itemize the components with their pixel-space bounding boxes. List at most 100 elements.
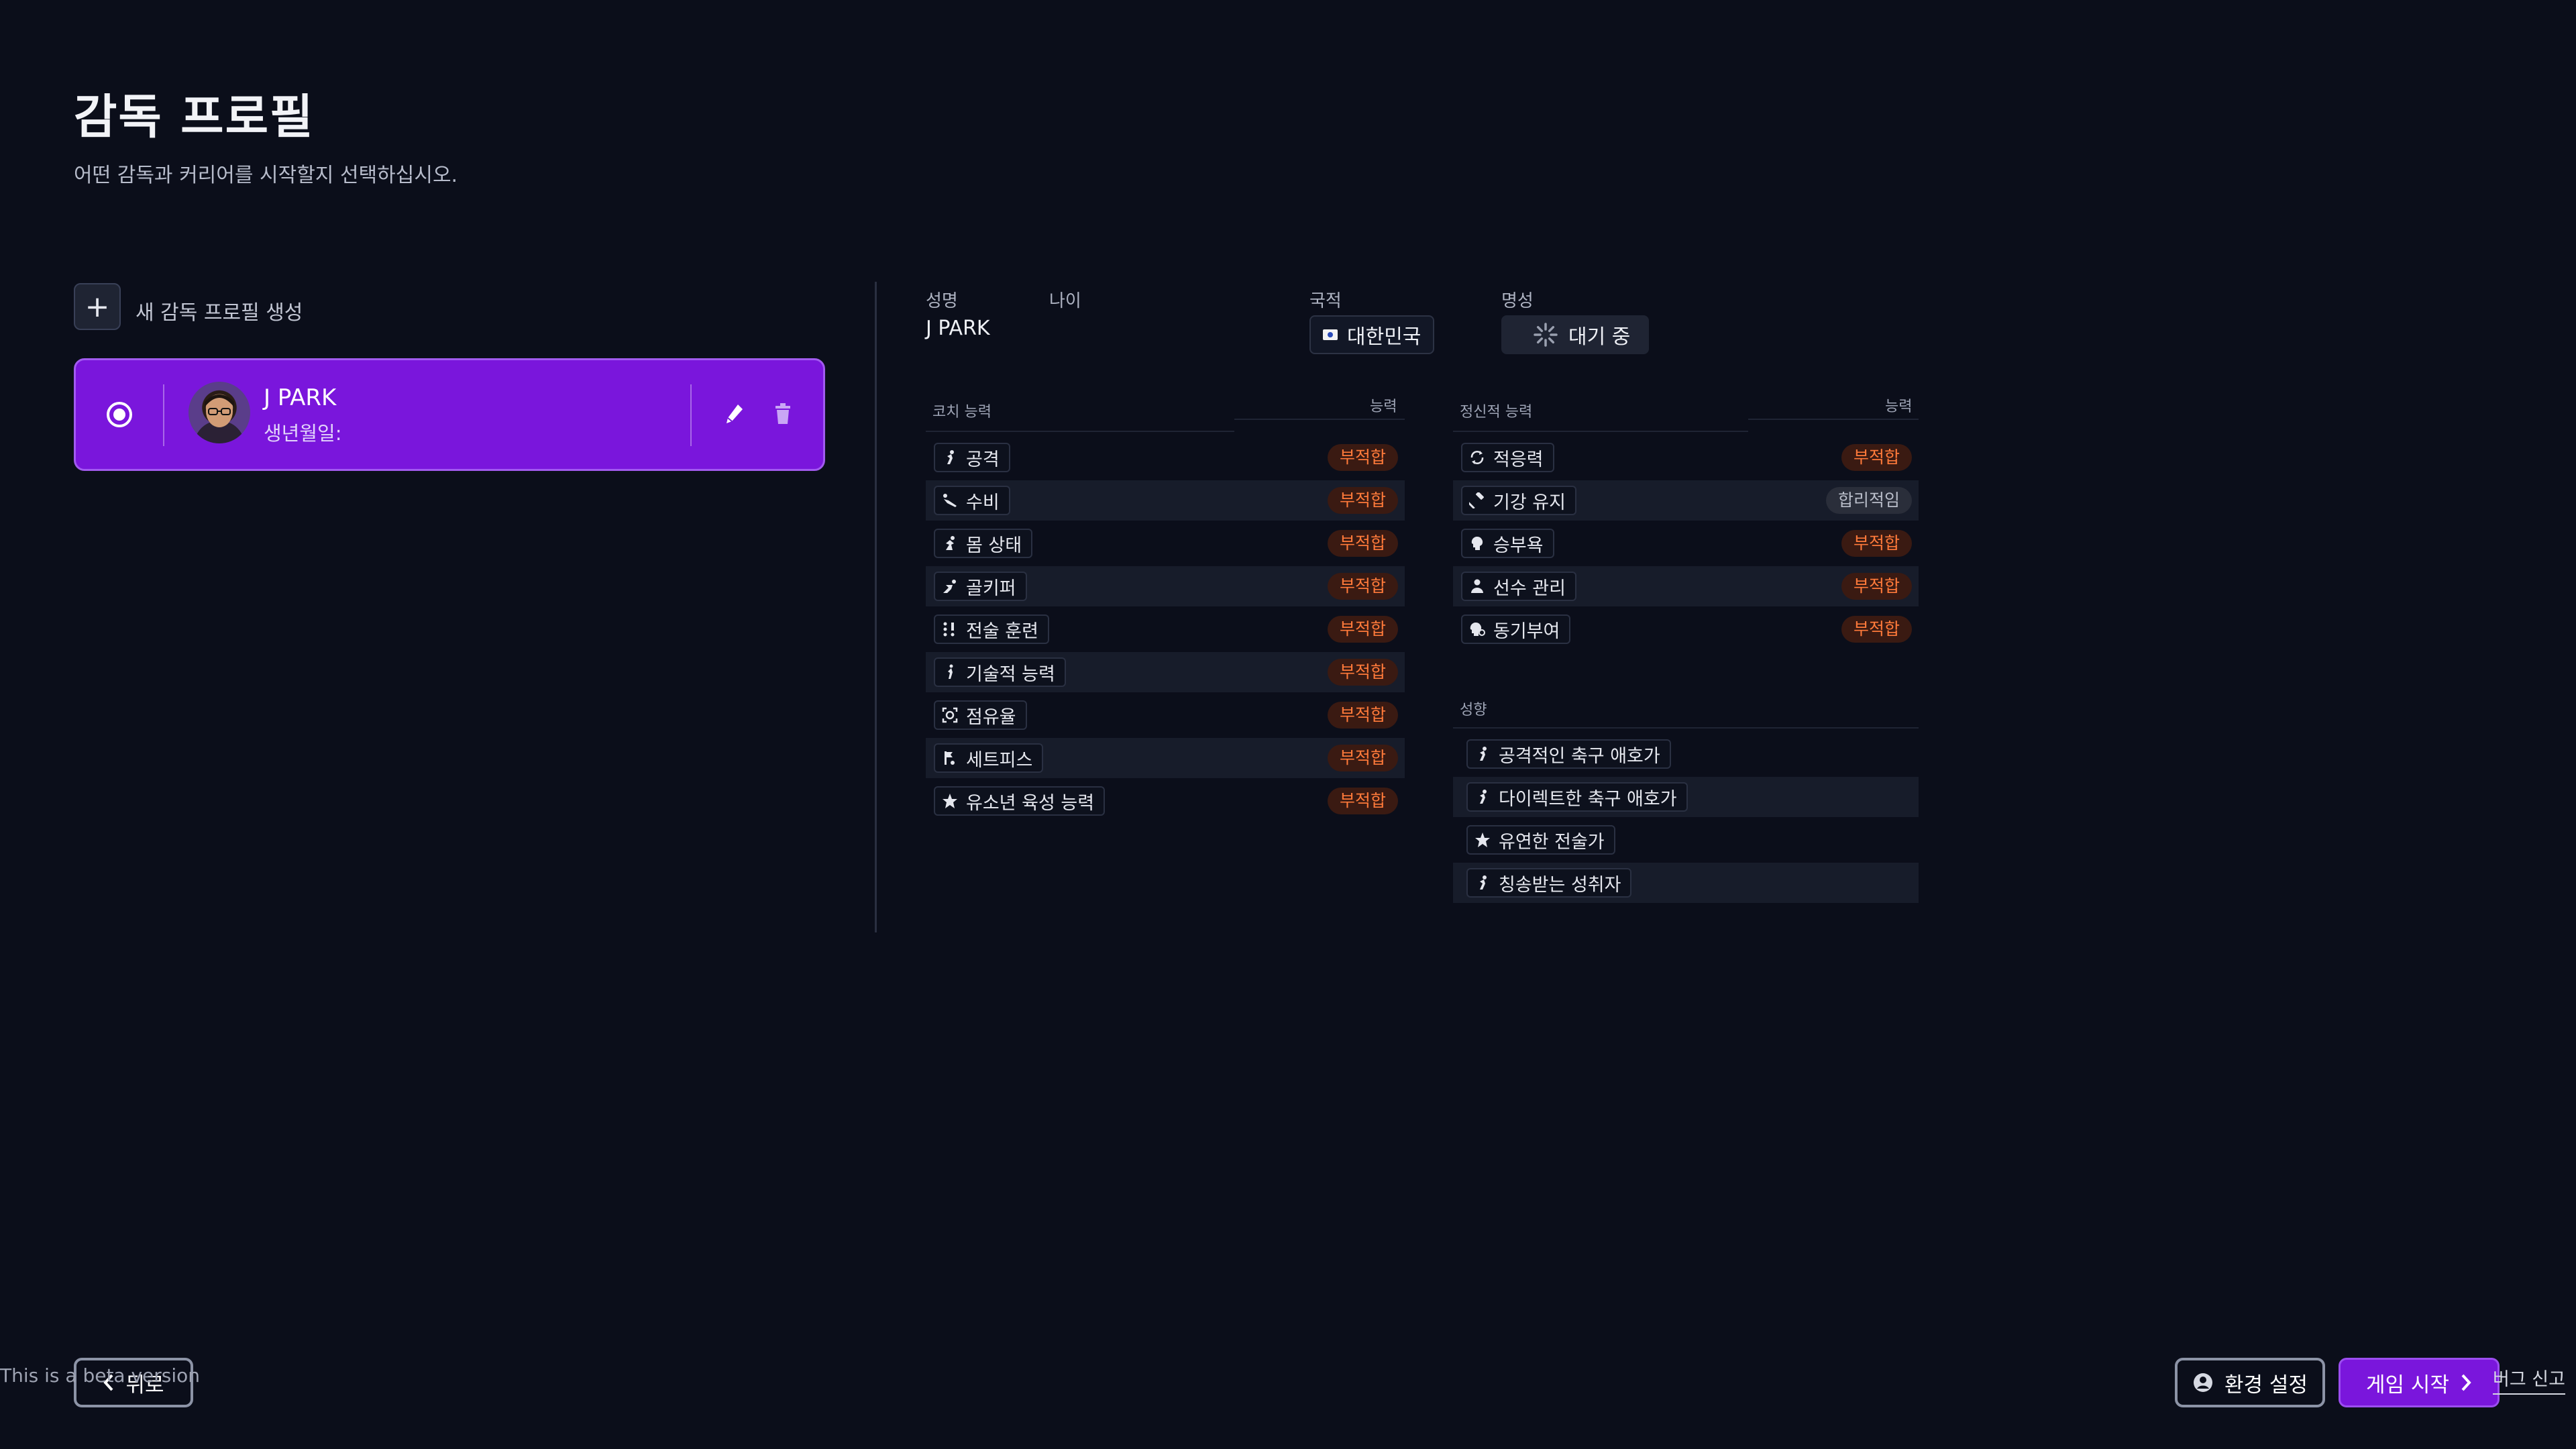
- mental-divider: [1453, 431, 1748, 432]
- card-divider-right: [690, 384, 692, 446]
- coaching-row-attack: 공격 부적합: [926, 437, 1405, 478]
- trait-row: 유연한 전술가: [1453, 820, 1919, 860]
- coaching-row-youth: 유소년 육성 능력 부적합: [926, 781, 1405, 821]
- coaching-row-tactics: 전술 훈련 부적합: [926, 609, 1405, 649]
- mental-section-label: 정신적 능력: [1460, 404, 1533, 421]
- mental-row-discipline: 기강 유지 합리적임: [1453, 480, 1919, 521]
- direct-play-icon: [1480, 790, 1487, 804]
- card-divider: [163, 384, 164, 446]
- page-title: 감독 프로필: [74, 89, 315, 144]
- tactics-icon: [943, 622, 955, 637]
- nationality-pill: 대한민국: [1309, 315, 1435, 354]
- age-label: 나이: [1049, 291, 1081, 311]
- trait-chip: 유연한 전술가: [1466, 825, 1615, 855]
- trait-chip: 공격적인 축구 애호가: [1466, 739, 1671, 769]
- new-profile-button[interactable]: +: [74, 283, 121, 330]
- profile-dob-label: 생년월일:: [264, 422, 342, 445]
- rating-badge: 부적합: [1327, 788, 1398, 814]
- loading-spinner-icon: [1534, 323, 1558, 347]
- coaching-row-fitness: 몸 상태 부적합: [926, 523, 1405, 564]
- attribute-chip: 전술 훈련: [934, 614, 1049, 644]
- rating-badge: 부적합: [1327, 444, 1398, 471]
- attack-icon: [947, 450, 954, 464]
- coaching-col-divider: [1234, 419, 1405, 420]
- profile-card[interactable]: J PARK 생년월일:: [74, 358, 825, 471]
- beta-notice: This is a beta version: [0, 1364, 201, 1387]
- fitness-icon: [946, 536, 955, 550]
- attribute-chip: 적응력: [1461, 443, 1554, 472]
- attribute-chip: 골키퍼: [934, 572, 1027, 601]
- reputation-label: 명성: [1501, 291, 1534, 311]
- attribute-chip: 공격: [934, 443, 1010, 472]
- person-icon: [1471, 579, 1483, 593]
- traits-divider: [1453, 727, 1919, 729]
- attribute-chip: 세트피스: [934, 743, 1044, 773]
- name-label: 성명: [926, 291, 958, 311]
- edit-button[interactable]: [721, 399, 748, 429]
- star-icon: [943, 794, 957, 808]
- rating-badge: 부적합: [1841, 530, 1912, 557]
- chevron-right-icon: [2461, 1374, 2471, 1391]
- rating-badge: 부적합: [1327, 530, 1398, 557]
- nationality-label: 국적: [1309, 291, 1342, 311]
- korea-flag-icon: [1323, 329, 1338, 340]
- head-icon: [1471, 536, 1483, 550]
- reputation-pill: 대기 중: [1501, 315, 1650, 354]
- goalkeeper-icon: [943, 580, 956, 593]
- traits-section-label: 성향: [1460, 702, 1487, 718]
- mental-row-motivation: 동기부여 부적합: [1453, 609, 1919, 649]
- attribute-chip: 점유율: [934, 700, 1027, 730]
- rating-badge: 부적합: [1327, 573, 1398, 600]
- mental-row-determination: 승부욕 부적합: [1453, 523, 1919, 564]
- new-profile-label[interactable]: 새 감독 프로필 생성: [136, 296, 303, 325]
- rating-badge: 부적합: [1841, 616, 1912, 643]
- trait-row: 다이렉트한 축구 애호가: [1453, 777, 1919, 817]
- rating-badge: 부적합: [1841, 444, 1912, 471]
- name-value: J PARK: [926, 317, 990, 340]
- attribute-chip: 수비: [934, 486, 1010, 515]
- gavel-icon: [1469, 492, 1484, 508]
- attribute-chip: 기술적 능력: [934, 657, 1066, 687]
- start-game-button[interactable]: 게임 시작: [2339, 1358, 2500, 1407]
- achiever-icon: [1480, 875, 1487, 890]
- attribute-chip: 동기부여: [1461, 614, 1571, 644]
- pencil-icon: [727, 405, 743, 423]
- attribute-chip: 선수 관리: [1461, 572, 1576, 601]
- mental-row-man-management: 선수 관리 부적합: [1453, 566, 1919, 606]
- settings-button[interactable]: 환경 설정: [2175, 1358, 2325, 1407]
- bug-report-link[interactable]: 버그 신고: [2493, 1364, 2565, 1395]
- avatar: [189, 382, 250, 443]
- attribute-chip: 기강 유지: [1461, 486, 1576, 515]
- coaching-row-possession: 점유율 부적합: [926, 695, 1405, 735]
- panel-divider: [875, 282, 877, 932]
- mental-row-adaptability: 적응력 부적합: [1453, 437, 1919, 478]
- set-piece-icon: [945, 751, 955, 765]
- trash-icon: [775, 403, 790, 424]
- attribute-chip: 승부욕: [1461, 529, 1554, 558]
- reputation-value: 대기 중: [1568, 325, 1631, 349]
- delete-button[interactable]: [769, 399, 796, 429]
- nationality-value: 대한민국: [1347, 325, 1421, 349]
- trait-row: 칭송받는 성취자: [1453, 863, 1919, 903]
- coaching-row-technical: 기술적 능력 부적합: [926, 652, 1405, 692]
- motivation-icon: [1470, 622, 1485, 636]
- user-settings-icon: [2194, 1373, 2213, 1392]
- coaching-row-goalkeeper: 골키퍼 부적합: [926, 566, 1405, 606]
- coaching-section-label: 코치 능력: [932, 404, 991, 421]
- trait-chip: 칭송받는 성취자: [1466, 868, 1632, 898]
- trait-row: 공격적인 축구 애호가: [1453, 734, 1919, 774]
- coaching-row-set-piece: 세트피스 부적합: [926, 738, 1405, 778]
- rating-badge: 합리적임: [1825, 487, 1912, 514]
- attribute-chip: 몸 상태: [934, 529, 1033, 558]
- attack-icon: [1480, 747, 1487, 761]
- profile-name: J PARK: [264, 384, 337, 411]
- defense-icon: [943, 494, 957, 507]
- coaching-col-label: 능력: [1370, 398, 1397, 415]
- rating-badge: 부적합: [1327, 659, 1398, 686]
- rating-badge: 부적합: [1841, 573, 1912, 600]
- technical-icon: [948, 664, 953, 679]
- plus-icon: +: [85, 289, 110, 324]
- profile-radio[interactable]: [107, 402, 132, 427]
- trait-chip: 다이렉트한 축구 애호가: [1466, 782, 1688, 812]
- rating-badge: 부적합: [1327, 745, 1398, 771]
